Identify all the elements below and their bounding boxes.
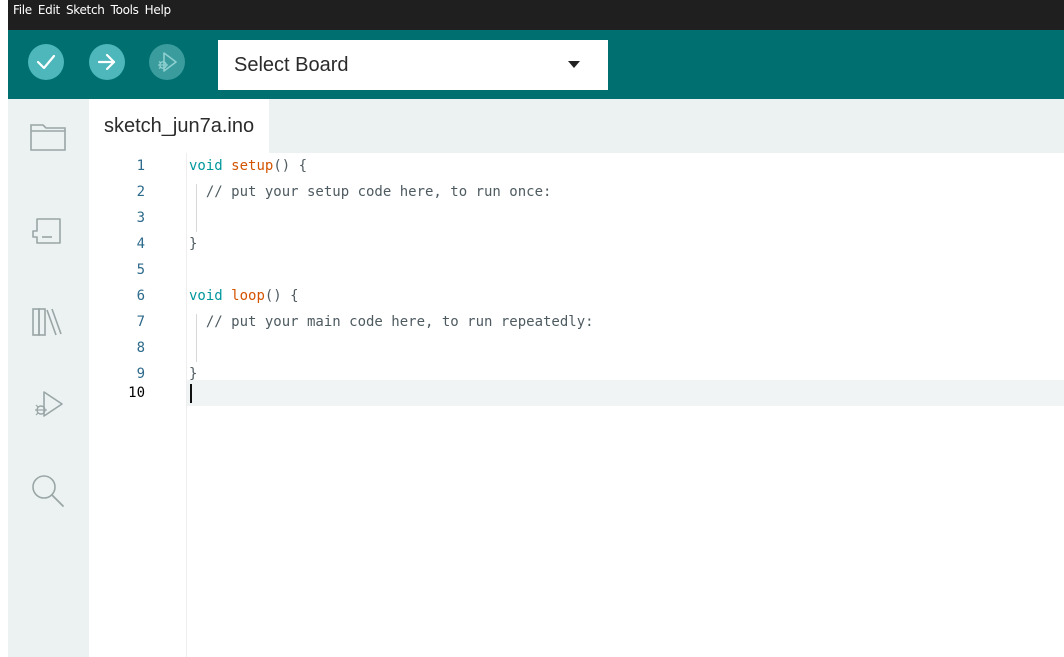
code-line: 6 void loop() { (89, 283, 1064, 309)
code-line: 5 (89, 257, 1064, 283)
tab-sketch-file[interactable]: sketch_jun7a.ino (89, 99, 270, 153)
debug-icon (158, 52, 177, 72)
folder-icon[interactable] (26, 113, 70, 157)
text-cursor (190, 384, 192, 403)
code-line: 7 // put your main code here, to run rep… (89, 309, 1064, 335)
code-text: void loop() { (189, 288, 299, 304)
debug-icon[interactable] (26, 384, 70, 428)
line-number: 10 (128, 385, 145, 401)
window-edge (0, 0, 8, 657)
code-line: 4 } (89, 231, 1064, 257)
chevron-down-icon (568, 61, 580, 68)
line-number: 6 (136, 288, 145, 304)
code-text: void setup() { (189, 158, 308, 174)
library-icon[interactable] (26, 299, 70, 343)
code-line: 8 (89, 335, 1064, 361)
line-number: 5 (136, 262, 145, 278)
search-icon[interactable] (26, 469, 70, 513)
code-text: // put your main code here, to run repea… (189, 314, 594, 330)
code-line: 2 // put your setup code here, to run on… (89, 179, 1064, 205)
code-text: // put your setup code here, to run once… (189, 184, 552, 200)
verify-button[interactable] (28, 44, 64, 80)
line-number: 1 (136, 158, 145, 174)
menubar: File Edit Sketch Tools Help (8, 0, 1064, 30)
arduino-ide-window: File Edit Sketch Tools Help Select Board… (8, 0, 1064, 657)
check-icon (36, 54, 56, 70)
line-number: 7 (136, 314, 145, 330)
menu-help[interactable]: Help (145, 0, 171, 20)
toolbar: Select Board (8, 30, 1064, 99)
menu-edit[interactable]: Edit (38, 0, 60, 20)
board-selector[interactable]: Select Board (218, 40, 608, 90)
menu-file[interactable]: File (13, 0, 32, 20)
line-number: 8 (136, 340, 145, 356)
code-line: 1 void setup() { (89, 153, 1064, 179)
line-number: 4 (136, 236, 145, 252)
arrow-right-icon (97, 53, 116, 71)
debug-button[interactable] (149, 44, 185, 80)
code-line: 3 (89, 205, 1064, 231)
line-number: 3 (136, 210, 145, 226)
editor-tabbar: sketch_jun7a.ino (89, 99, 1064, 153)
menu-tools[interactable]: Tools (111, 0, 139, 20)
board-selector-value: Select Board (234, 54, 349, 76)
code-text: } (189, 236, 198, 252)
code-line-active: 10 (89, 380, 1064, 406)
upload-button[interactable] (89, 44, 125, 80)
line-number: 2 (136, 184, 145, 200)
sidebar (8, 99, 89, 657)
menu-sketch[interactable]: Sketch (66, 0, 105, 20)
code-editor[interactable]: 1 void setup() { 2 // put your setup cod… (89, 153, 1064, 657)
board-manager-icon[interactable] (26, 209, 70, 253)
